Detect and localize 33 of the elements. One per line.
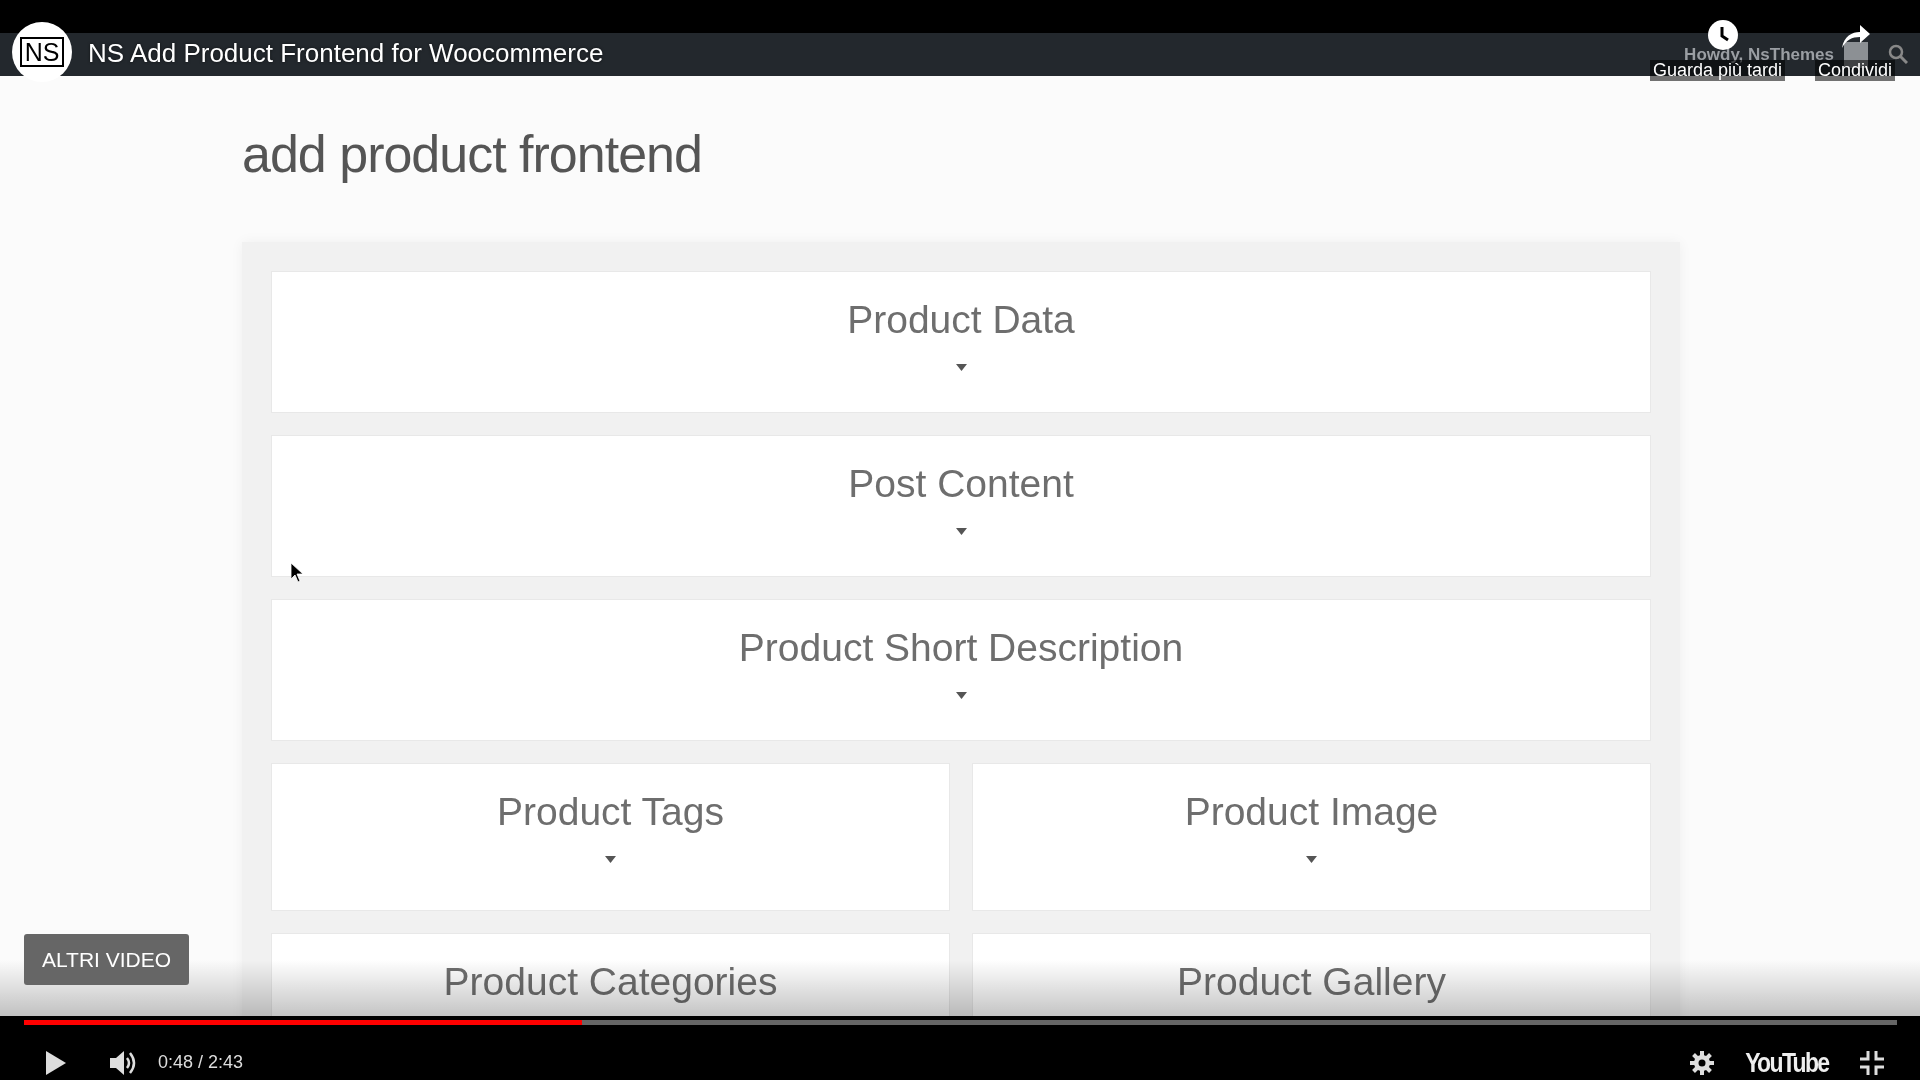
- section-title: Product Tags: [497, 790, 724, 834]
- section-title: Product Gallery: [1177, 960, 1446, 1004]
- youtube-logo[interactable]: YouTube: [1745, 1046, 1829, 1079]
- more-videos-button[interactable]: ALTRI VIDEO: [24, 934, 189, 985]
- section-card[interactable]: Product Data: [271, 271, 1651, 413]
- channel-logo[interactable]: NS: [12, 22, 72, 82]
- time-display: 0:48 / 2:43: [158, 1052, 244, 1073]
- section-title: Product Data: [847, 298, 1075, 342]
- caret-icon: [955, 528, 967, 535]
- volume-button[interactable]: [110, 1049, 138, 1076]
- section-title: Product Image: [1184, 790, 1439, 834]
- page-heading: add product frontend: [242, 124, 703, 184]
- clock-icon[interactable]: [1708, 20, 1738, 50]
- caret-icon: [955, 692, 967, 699]
- section-card[interactable]: Product Tags: [271, 763, 950, 911]
- share-icon[interactable]: [1840, 22, 1870, 48]
- play-button[interactable]: [46, 1050, 66, 1075]
- share-label[interactable]: Condividi: [1815, 60, 1896, 81]
- section-card[interactable]: Post Content: [271, 435, 1651, 577]
- section-card[interactable]: Product Image: [972, 763, 1651, 911]
- section-card[interactable]: Product Categories: [271, 933, 950, 1016]
- section-title: Product Short Description: [738, 626, 1184, 670]
- section-card[interactable]: Product Gallery: [972, 933, 1651, 1016]
- search-icon[interactable]: [1888, 44, 1908, 64]
- caret-icon: [605, 856, 616, 863]
- video-title[interactable]: NS Add Product Frontend for Woocommerce: [88, 38, 604, 69]
- exit-fullscreen-button[interactable]: [1860, 1050, 1884, 1075]
- cursor-icon: [291, 563, 303, 582]
- caret-icon: [1306, 856, 1317, 863]
- caret-icon: [955, 364, 967, 371]
- section-title: Product Categories: [443, 960, 778, 1004]
- section-card[interactable]: Product Short Description: [271, 599, 1651, 741]
- section-title: Post Content: [848, 462, 1074, 506]
